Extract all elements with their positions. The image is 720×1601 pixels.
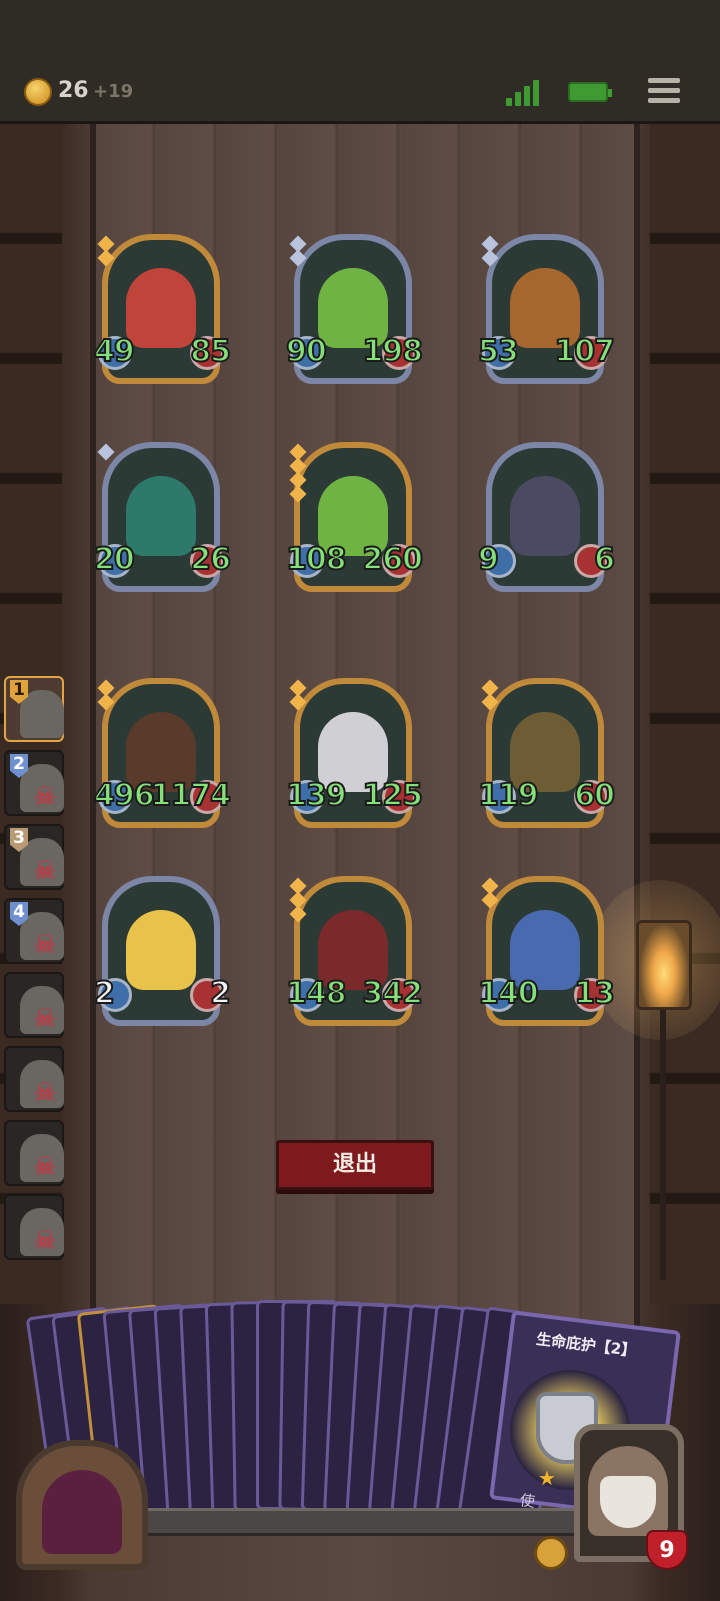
top-bar: 26 +19 (0, 0, 720, 124)
card-attack: 9 (477, 541, 500, 578)
roster-slot[interactable]: ☠ (0, 1046, 68, 1116)
card-health: 60 (573, 777, 616, 814)
roster-slot[interactable]: 4 ☠ (0, 898, 68, 968)
crown-coin-icon (24, 78, 52, 106)
signal-icon (506, 78, 540, 106)
heart-icon: 9 (646, 1530, 688, 1570)
card-trough (110, 1508, 630, 1536)
exit-button[interactable]: 退出 (276, 1140, 434, 1190)
roster-slot[interactable]: ☠ (0, 1120, 68, 1190)
roster-slot[interactable]: 3 ☠ (0, 824, 68, 894)
roster-slot-frame: 1 (4, 676, 64, 742)
card-attack: 108 (285, 541, 348, 578)
card-portrait (510, 476, 580, 556)
board-card[interactable]: 119 60 (477, 678, 616, 828)
card-health: 6 (593, 541, 616, 578)
card-health: 107 (553, 333, 616, 370)
bell-icon[interactable] (534, 1536, 568, 1570)
board-card[interactable]: 49 85 (93, 234, 232, 384)
card-attack: 139 (285, 777, 348, 814)
roster-slot-frame: ☠ (4, 972, 64, 1038)
board-card[interactable]: 496 1174 (93, 678, 232, 828)
skull-icon: ☠ (33, 930, 57, 960)
card-attack: 2 (93, 975, 116, 1012)
card-health: 26 (189, 541, 232, 578)
potion-icon (42, 1470, 122, 1554)
hero-hp-value: 9 (659, 1538, 675, 1563)
coin-bonus: +19 (93, 81, 134, 102)
roster-slot[interactable]: ☠ (0, 1194, 68, 1264)
card-health: 198 (361, 333, 424, 370)
board-card[interactable]: 108 260 (285, 442, 424, 592)
board-card[interactable]: 148 342 (285, 876, 424, 1026)
battery-icon (568, 82, 612, 102)
card-attack: 148 (285, 975, 348, 1012)
roster-slot-frame: 2 ☠ (4, 750, 64, 816)
card-health: 2 (209, 975, 232, 1012)
skull-icon: ☠ (33, 1226, 57, 1256)
card-attack: 90 (285, 333, 328, 370)
roster-slot-frame: 4 ☠ (4, 898, 64, 964)
board-card[interactable]: 53 107 (477, 234, 616, 384)
board-card[interactable]: 96 (477, 442, 616, 592)
board-card[interactable]: 20 26 (93, 442, 232, 592)
star-icon: ★ (538, 1466, 556, 1490)
skull-icon: ☠ (33, 1004, 57, 1034)
board-card[interactable]: 140 13 (477, 876, 616, 1026)
roster-slot[interactable]: 2 ☠ (0, 750, 68, 820)
card-attack: 49 (93, 333, 136, 370)
card-portrait (126, 268, 196, 348)
lantern-icon (636, 920, 692, 1010)
board-card[interactable]: 22 (93, 876, 232, 1026)
card-attack: 119 (477, 777, 540, 814)
card-health: 125 (361, 777, 424, 814)
card-attack: 140 (477, 975, 540, 1012)
roster-slot[interactable]: ☠ (0, 972, 68, 1042)
skull-icon: ☠ (33, 1078, 57, 1108)
card-attack: 20 (93, 541, 136, 578)
roster-slot-frame: ☠ (4, 1194, 64, 1260)
lantern-pole (660, 1010, 666, 1280)
skull-icon: ☠ (33, 1152, 57, 1182)
card-portrait (126, 476, 196, 556)
card-attack: 496 (93, 777, 156, 814)
roster-slot-frame: ☠ (4, 1046, 64, 1112)
card-health: 1174 (150, 777, 232, 814)
card-portrait (126, 910, 196, 990)
board-card[interactable]: 90 198 (285, 234, 424, 384)
board-card[interactable]: 139 125 (285, 678, 424, 828)
card-health: 13 (573, 975, 616, 1012)
skull-icon: ☠ (33, 782, 57, 812)
coin-count: 26 (58, 78, 89, 103)
skull-icon: ☠ (33, 856, 57, 886)
menu-button[interactable] (648, 76, 680, 106)
card-health: 260 (361, 541, 424, 578)
card-health: 342 (361, 975, 424, 1012)
card-attack: 53 (477, 333, 520, 370)
roster-slot-frame: ☠ (4, 1120, 64, 1186)
card-health: 85 (189, 333, 232, 370)
roster-slot-frame: 3 ☠ (4, 824, 64, 890)
roster-slot[interactable]: 1 (0, 676, 68, 746)
